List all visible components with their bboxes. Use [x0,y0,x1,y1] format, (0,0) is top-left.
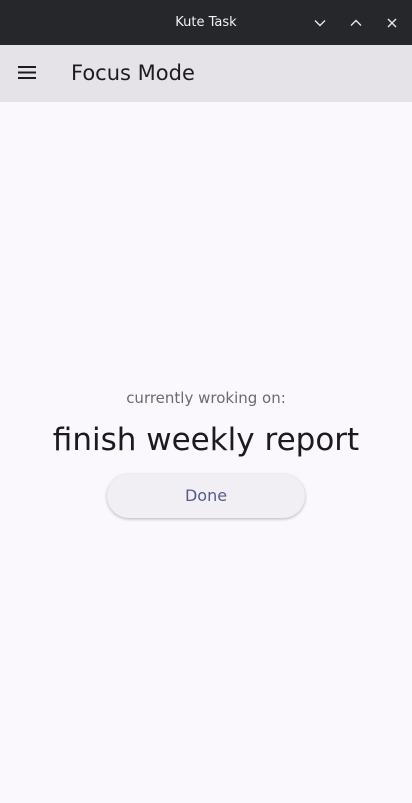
focus-content: currently wroking on: finish weekly repo… [0,102,412,803]
app-bar: Focus Mode [0,45,412,102]
chevron-down-icon [314,19,326,27]
chevron-up-icon [350,19,362,27]
app-window: Kute Task Focus Mode currently wroking o… [0,0,412,803]
close-button[interactable] [381,12,403,34]
menu-icon [18,64,36,83]
page-title: Focus Mode [71,61,195,85]
maximize-button[interactable] [345,12,367,34]
current-task-name: finish weekly report [52,422,360,458]
close-icon [387,18,397,28]
window-titlebar[interactable]: Kute Task [0,0,412,45]
done-button[interactable]: Done [107,474,305,518]
focus-caption: currently wroking on: [126,389,286,407]
minimize-button[interactable] [309,12,331,34]
menu-button[interactable] [11,57,43,89]
